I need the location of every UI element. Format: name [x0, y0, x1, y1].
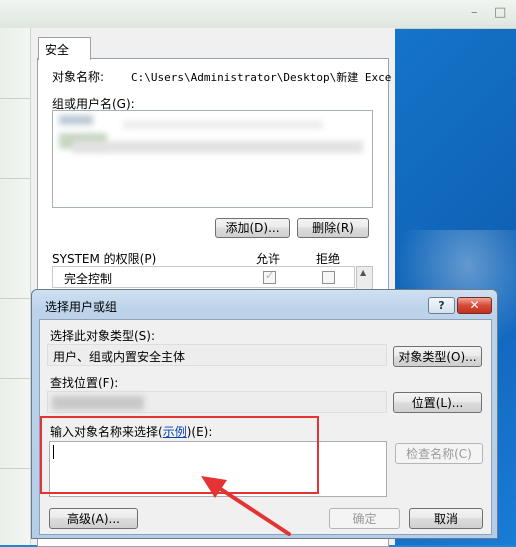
- object-type-field: 用户、组或内置安全主体: [47, 344, 387, 366]
- dialog-title: 选择用户或组: [45, 300, 118, 314]
- redacted-user-name: [123, 121, 323, 129]
- add-button[interactable]: 添加(D)...: [215, 218, 290, 238]
- cancel-button[interactable]: 取消: [409, 508, 483, 529]
- background-window-left-pane: [0, 28, 31, 545]
- full-control-deny-checkbox[interactable]: [322, 271, 335, 284]
- redacted-location: [52, 396, 144, 410]
- scroll-up-icon[interactable]: ▲: [360, 268, 366, 277]
- object-name-value: C:\Users\Administrator\Desktop\新建 Exce: [131, 71, 392, 84]
- redacted-user-icon: [59, 115, 93, 125]
- object-types-button[interactable]: 对象类型(O)...: [393, 346, 482, 367]
- check-names-button[interactable]: 检查名称(C): [395, 443, 483, 464]
- redacted-user-name: [73, 141, 363, 153]
- annotation-arrow-icon: [201, 476, 291, 536]
- ok-button[interactable]: 确定: [329, 508, 400, 529]
- column-allow: 允许: [256, 252, 281, 266]
- advanced-button[interactable]: 高级(A)...: [49, 508, 138, 529]
- object-type-label: 选择此对象类型(S):: [50, 329, 156, 343]
- locations-button[interactable]: 位置(L)...: [393, 392, 482, 413]
- column-deny: 拒绝: [316, 252, 341, 266]
- tab-security-label: 安全: [45, 43, 70, 57]
- close-button[interactable]: ✕: [457, 297, 492, 314]
- help-button[interactable]: ?: [428, 297, 455, 314]
- permissions-header: SYSTEM 的权限(P): [52, 252, 157, 266]
- minimize-icon[interactable]: –: [471, 5, 478, 20]
- full-control-allow-checkbox[interactable]: [263, 269, 276, 284]
- object-name-label: 对象名称:: [52, 70, 105, 84]
- background-window-titlebar: – □: [0, 0, 516, 29]
- remove-button[interactable]: 删除(R): [297, 218, 369, 238]
- group-user-list[interactable]: [52, 110, 373, 208]
- location-field: [47, 391, 387, 413]
- permission-full-control-label: 完全控制: [64, 272, 113, 286]
- maximize-icon[interactable]: □: [494, 5, 506, 20]
- object-type-value: 用户、组或内置安全主体: [53, 350, 186, 364]
- location-label: 查找位置(F):: [50, 376, 119, 390]
- tab-security[interactable]: 安全: [38, 37, 91, 60]
